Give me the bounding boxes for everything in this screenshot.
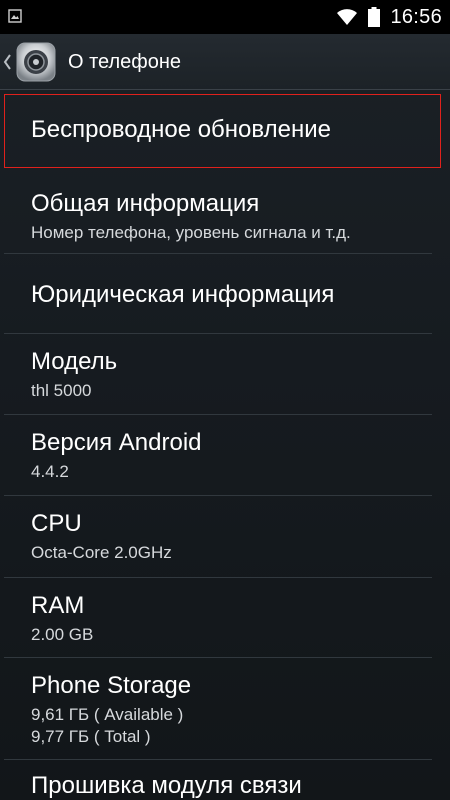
status-time: 16:56 — [390, 5, 442, 28]
item-title: Модель — [31, 348, 118, 375]
list-item-ram: RAM 2.00 GB — [4, 578, 432, 658]
item-title: Phone Storage — [31, 672, 192, 699]
back-chevron-icon[interactable] — [2, 53, 12, 71]
item-title: Общая информация — [31, 190, 260, 217]
wifi-icon — [337, 9, 358, 25]
status-bar: 16:56 — [0, 0, 450, 34]
item-summary: 9,61 ГБ ( Available ) — [31, 705, 184, 724]
item-title: Юридическая информация — [31, 281, 335, 308]
list-item-model: Модель thl 5000 — [4, 334, 432, 415]
page-title: О телефоне — [68, 50, 182, 73]
item-title: Версия Android — [31, 429, 202, 456]
list-item-general-info[interactable]: Общая информация Номер телефона, уровень… — [4, 168, 432, 254]
settings-app-icon[interactable] — [14, 40, 58, 84]
list-item-android-version: Версия Android 4.4.2 — [4, 415, 432, 496]
item-summary: 2.00 GB — [31, 625, 94, 644]
item-summary: Номер телефона, уровень сигнала и т.д. — [31, 223, 351, 242]
item-summary: thl 5000 — [31, 381, 92, 400]
list-item-phone-storage: Phone Storage 9,61 ГБ ( Available ) 9,77… — [4, 658, 432, 760]
item-summary-secondary: 9,77 ГБ ( Total ) — [31, 727, 151, 746]
about-phone-screen: 16:56 О телефоне Беспроводное обновление… — [0, 0, 450, 800]
settings-list: Беспроводное обновление Общая информация… — [0, 90, 450, 800]
item-summary: 4.4.2 — [31, 462, 69, 481]
item-title: Прошивка модуля связи — [31, 772, 302, 799]
list-item-cpu: CPU Octa-Core 2.0GHz — [4, 496, 432, 578]
list-item-baseband[interactable]: Прошивка модуля связи — [4, 760, 432, 800]
list-item-legal-info[interactable]: Юридическая информация — [4, 254, 432, 334]
item-summary: Octa-Core 2.0GHz — [31, 543, 172, 562]
item-title: RAM — [31, 592, 85, 619]
list-item-ota-update[interactable]: Беспроводное обновление — [4, 94, 441, 168]
action-bar[interactable]: О телефоне — [0, 34, 450, 90]
image-notification-icon — [8, 9, 22, 23]
item-title: Беспроводное обновление — [31, 116, 331, 143]
item-title: CPU — [31, 510, 82, 537]
battery-icon — [368, 7, 381, 27]
